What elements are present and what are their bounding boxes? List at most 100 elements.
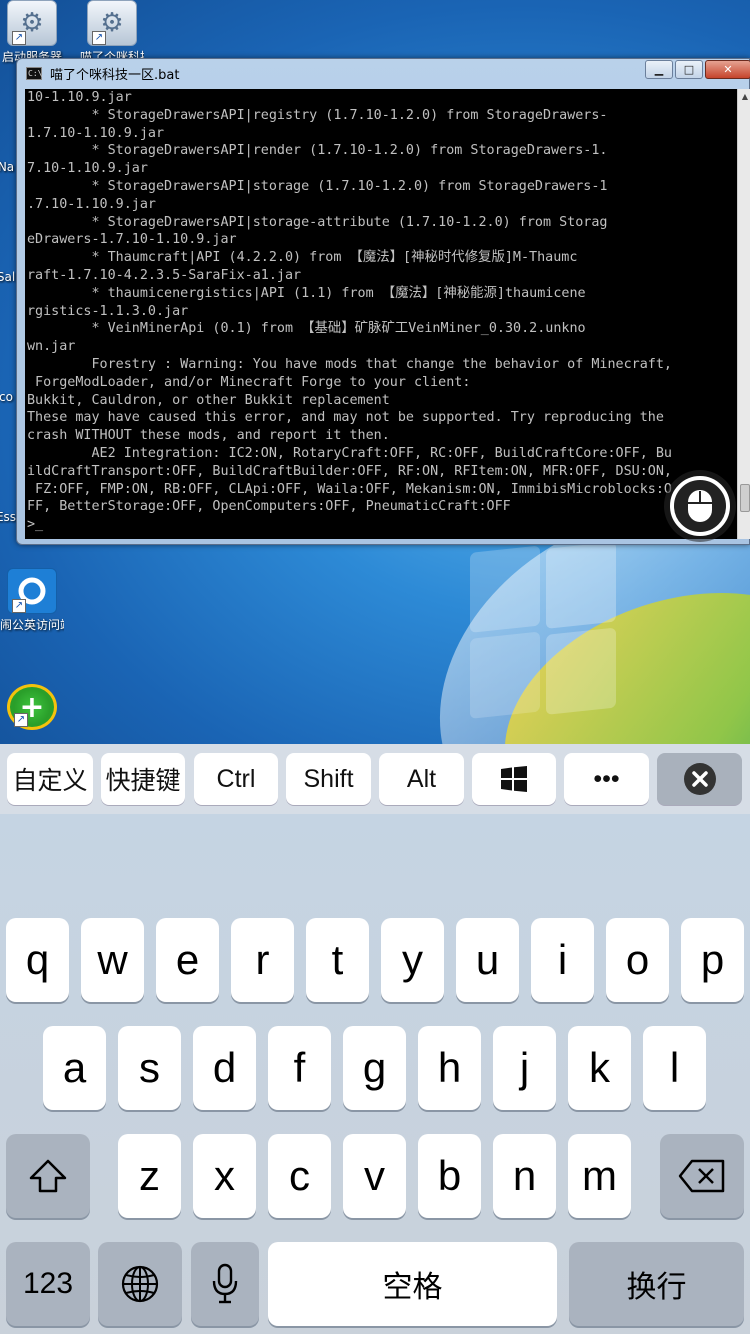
console-line: 1.7.10-1.10.9.jar	[27, 125, 165, 141]
key-l[interactable]: l	[643, 1026, 706, 1110]
numbers-key[interactable]: 123	[6, 1242, 90, 1326]
microphone-key[interactable]	[191, 1242, 259, 1326]
console-line: FZ:OFF, FMP:ON, RB:OFF, CLApi:OFF, Waila…	[27, 481, 672, 497]
microphone-icon	[212, 1263, 238, 1304]
console-line: wn.jar	[27, 339, 76, 355]
ctrl-key-button[interactable]: Ctrl	[194, 753, 278, 805]
console-line: ForgeModLoader, and/or Minecraft Forge t…	[27, 374, 471, 390]
close-window-button[interactable]: ✕	[705, 60, 750, 79]
scroll-thumb[interactable]	[740, 484, 750, 512]
key-b[interactable]: b	[418, 1134, 481, 1218]
key-d[interactable]: d	[193, 1026, 256, 1110]
key-r[interactable]: r	[231, 918, 294, 1002]
window-title: 喵了个咪科技一区.bat	[50, 68, 180, 83]
console-line: * StorageDrawersAPI|registry (1.7.10-1.2…	[27, 107, 608, 123]
key-v[interactable]: v	[343, 1134, 406, 1218]
desktop-icon-green-plus[interactable]: + ↗	[0, 684, 64, 730]
key-k[interactable]: k	[568, 1026, 631, 1110]
key-e[interactable]: e	[156, 918, 219, 1002]
console-line: raft-1.7.10-4.2.3.5-SaraFix-a1.jar	[27, 267, 302, 283]
shortcut-key-button[interactable]: 快捷键	[101, 753, 185, 805]
console-line: .7.10-1.10.9.jar	[27, 196, 156, 212]
globe-key[interactable]	[98, 1242, 182, 1326]
console-window[interactable]: C:\ 喵了个咪科技一区.bat ▁ □ ✕ 10-1.10.9.jar * S…	[16, 58, 750, 545]
key-f[interactable]: f	[268, 1026, 331, 1110]
console-line: AE2 Integration: IC2:ON, RotaryCraft:OFF…	[27, 445, 672, 461]
key-w[interactable]: w	[81, 918, 144, 1002]
console-line: eDrawers-1.7.10-1.10.9.jar	[27, 232, 237, 248]
console-titlebar[interactable]: C:\ 喵了个咪科技一区.bat ▁ □ ✕	[17, 59, 750, 87]
key-s[interactable]: s	[118, 1026, 181, 1110]
globe-icon	[121, 1265, 159, 1303]
console-line: ildCraftTransport:OFF, BuildCraftBuilder…	[27, 463, 672, 479]
shortcut-arrow-icon: ↗	[14, 713, 28, 727]
ios-keyboard: q w e r t y u i o p a s d f g h j k l z …	[0, 814, 750, 1334]
key-c[interactable]: c	[268, 1134, 331, 1218]
gear-icon: ⚙ ↗	[7, 0, 57, 46]
key-j[interactable]: j	[493, 1026, 556, 1110]
shift-arrow-icon	[29, 1159, 67, 1193]
key-p[interactable]: p	[681, 918, 744, 1002]
key-m[interactable]: m	[568, 1134, 631, 1218]
desktop-icon-access-client[interactable]: ↗ 闹公英访问端	[0, 568, 64, 633]
console-line: crash WITHOUT these mods, and report it …	[27, 428, 390, 444]
key-h[interactable]: h	[418, 1026, 481, 1110]
windows-key-button[interactable]	[472, 753, 556, 805]
console-line: * thaumicenergistics|API (1.1) from 【魔法】…	[27, 285, 586, 301]
console-line: * StorageDrawersAPI|storage-attribute (1…	[27, 214, 608, 230]
console-app-icon: C:\	[26, 67, 43, 80]
key-n[interactable]: n	[493, 1134, 556, 1218]
windows-logo-icon	[501, 766, 527, 792]
console-line: Forestry : Warning: You have mods that c…	[27, 356, 672, 372]
console-output[interactable]: 10-1.10.9.jar * StorageDrawersAPI|regist…	[25, 89, 737, 539]
key-a[interactable]: a	[43, 1026, 106, 1110]
shortcut-arrow-icon: ↗	[92, 31, 106, 45]
mouse-icon	[670, 476, 730, 536]
console-line: Bukkit, Cauldron, or other Bukkit replac…	[27, 392, 390, 408]
gear-icon: ⚙ ↗	[87, 0, 137, 46]
key-y[interactable]: y	[381, 918, 444, 1002]
console-line: These may have caused this error, and ma…	[27, 410, 664, 426]
key-u[interactable]: u	[456, 918, 519, 1002]
console-line: >_	[27, 517, 44, 533]
console-scrollbar[interactable]: ▲	[737, 89, 750, 539]
alt-key-button[interactable]: Alt	[379, 753, 464, 805]
backspace-key[interactable]	[660, 1134, 744, 1218]
windows-flag-wallpaper	[470, 537, 620, 723]
mouse-mode-button[interactable]	[664, 470, 736, 542]
desktop-icon-label: 闹公英访问端	[0, 618, 64, 632]
plus-icon: + ↗	[7, 684, 57, 730]
desktop-icon-start-server[interactable]: ⚙ ↗ 启动服务器	[0, 0, 64, 65]
close-circle-icon	[683, 763, 716, 795]
return-key[interactable]: 换行	[569, 1242, 744, 1326]
console-line: * StorageDrawersAPI|render (1.7.10-1.2.0…	[27, 143, 608, 159]
shift-key-button[interactable]: Shift	[286, 753, 371, 805]
key-o[interactable]: o	[606, 918, 669, 1002]
console-line: * VeinMinerApi (0.1) from 【基础】矿脉矿工VeinMi…	[27, 321, 586, 337]
key-t[interactable]: t	[306, 918, 369, 1002]
console-line: FF, BetterStorage:OFF, OpenComputers:OFF…	[27, 499, 511, 515]
remote-desktop[interactable]: ⚙↗ 启动服务器 ⚙↗ 喵了个咪科技 Na Sal co Ess ↗ 闹公英访问…	[0, 0, 750, 744]
shift-key[interactable]	[6, 1134, 90, 1218]
custom-key-button[interactable]: 自定义	[7, 753, 93, 805]
console-line: * Thaumcraft|API (4.2.2.0) from 【魔法】[神秘时…	[27, 250, 578, 266]
shortcut-arrow-icon: ↗	[12, 599, 26, 613]
console-line: 7.10-1.10.9.jar	[27, 161, 148, 177]
more-button[interactable]: •••	[564, 753, 649, 805]
console-line: rgistics-1.1.3.0.jar	[27, 303, 189, 319]
desktop-icon-miao-tech[interactable]: ⚙↗ 喵了个咪科技	[80, 0, 144, 65]
shortcut-arrow-icon: ↗	[12, 31, 26, 45]
console-line: 10-1.10.9.jar	[27, 90, 132, 105]
close-keyboard-button[interactable]	[657, 753, 742, 805]
key-z[interactable]: z	[118, 1134, 181, 1218]
console-line: * StorageDrawersAPI|storage (1.7.10-1.2.…	[27, 178, 608, 194]
maximize-button[interactable]: □	[675, 60, 703, 79]
access-client-icon: ↗	[7, 568, 57, 614]
key-g[interactable]: g	[343, 1026, 406, 1110]
key-i[interactable]: i	[531, 918, 594, 1002]
space-key[interactable]: 空格	[268, 1242, 557, 1326]
key-q[interactable]: q	[6, 918, 69, 1002]
key-x[interactable]: x	[193, 1134, 256, 1218]
minimize-button[interactable]: ▁	[645, 60, 673, 79]
scroll-up-icon[interactable]: ▲	[738, 89, 750, 105]
